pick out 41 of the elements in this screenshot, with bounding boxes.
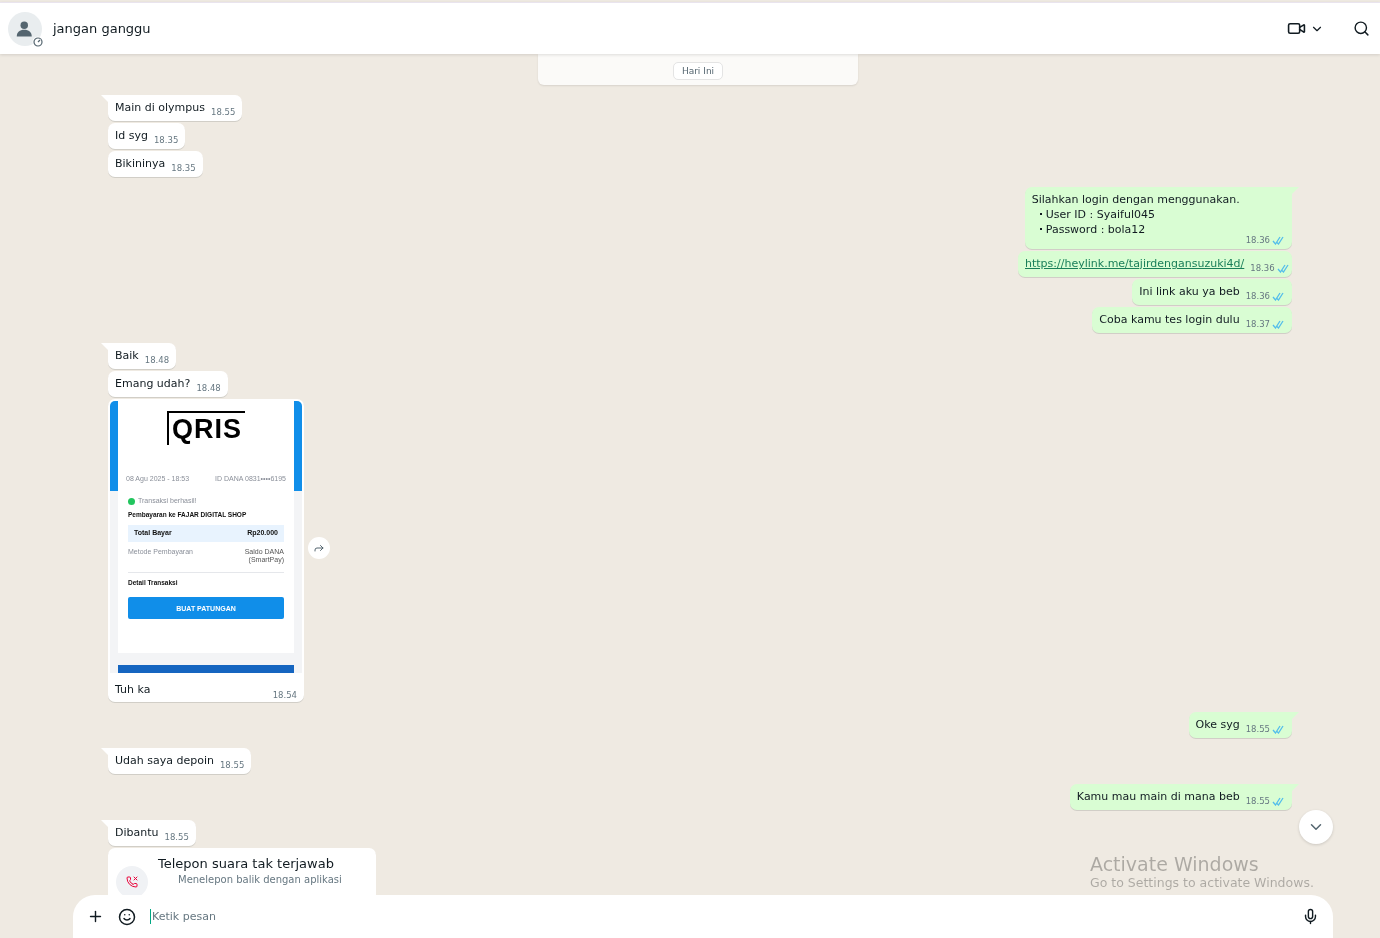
list-item: User ID : Syaiful045: [1031, 208, 1240, 222]
message-text: Silahkan login dengan menggunakan.: [1031, 193, 1240, 207]
message-bubble: Bikininya 18.35: [108, 151, 203, 177]
message-time: 18.37: [1245, 318, 1270, 331]
timer-icon: [32, 35, 44, 48]
message-time: 18.55: [219, 759, 245, 772]
call-subtitle: Menelepon balik dengan aplikasi: [177, 874, 342, 885]
activation-text: Go to Settings to activate Windows.: [1090, 875, 1314, 890]
image-caption: Tuh ka: [115, 683, 151, 696]
message-time: 18.48: [196, 382, 221, 395]
missed-call-icon: [116, 866, 148, 895]
message-time: 18.54: [272, 690, 297, 700]
qris-logo: QRIS: [167, 411, 245, 445]
message-link[interactable]: https://heylink.me/tajirdengansuzuki4d/: [1025, 257, 1245, 271]
date-chip: Hari Ini: [672, 62, 724, 80]
message-time: 18.36: [1245, 234, 1270, 247]
message-bubble: Emang udah? 18.48: [108, 371, 228, 397]
message-time: 18.55: [164, 831, 189, 844]
message-composer[interactable]: Ketik pesan: [73, 895, 1333, 938]
activation-title: Activate Windows: [1090, 853, 1260, 875]
message-time: 18.48: [144, 354, 170, 367]
message-time: 18.55: [1245, 795, 1270, 808]
message-time: 18.36: [1245, 290, 1270, 303]
microphone-icon[interactable]: [1302, 908, 1319, 925]
message-bubble: Coba kamu tes login dulu 18.37: [1092, 307, 1292, 333]
success-icon: [128, 497, 135, 505]
call-title: Telepon suara tak terjawab: [158, 856, 335, 871]
message-time: 18.35: [171, 162, 196, 175]
message-time: 18.55: [211, 106, 236, 119]
message-time: 18.36: [1250, 262, 1275, 275]
message-time: 18.35: [153, 134, 179, 147]
person-icon: [16, 19, 34, 38]
message-time: 18.55: [1245, 723, 1270, 736]
search-icon[interactable]: [1353, 20, 1370, 37]
attach-icon[interactable]: [87, 908, 104, 925]
message-bubble: Id syg 18.35: [108, 123, 186, 149]
list-item: Password : bola12: [1031, 223, 1240, 237]
forward-icon: [313, 542, 325, 554]
contact-avatar[interactable]: [8, 11, 42, 46]
message-bubble: Ini link aku ya beb 18.36: [1132, 279, 1292, 305]
sticker-icon[interactable]: [118, 907, 136, 926]
